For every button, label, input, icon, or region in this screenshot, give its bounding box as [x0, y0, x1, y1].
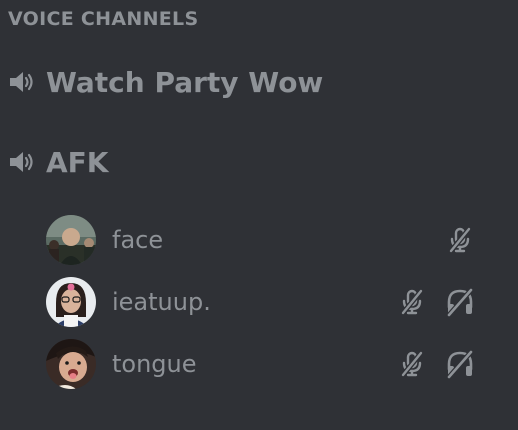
username: face [112, 226, 164, 254]
voice-channel-watch-party-wow[interactable]: Watch Party Wow [8, 62, 323, 102]
voice-user-face[interactable]: face [46, 214, 486, 266]
channel-name: Watch Party Wow [46, 65, 324, 99]
mic-muted-icon [444, 224, 476, 256]
mic-muted-icon [396, 348, 428, 380]
avatar [46, 277, 96, 327]
voice-channel-list: VOICE CHANNELS Watch Party Wow AFK face … [0, 0, 518, 430]
headphones-deafened-icon [444, 286, 476, 318]
avatar [46, 339, 96, 389]
avatar [46, 215, 96, 265]
channel-name: AFK [46, 145, 109, 179]
voice-user-tongue[interactable]: tongue [46, 338, 486, 390]
speaker-icon [8, 69, 38, 95]
voice-channels-header[interactable]: VOICE CHANNELS [8, 6, 198, 32]
username: ieatuup. [112, 288, 211, 316]
mic-muted-icon [396, 286, 428, 318]
voice-channel-afk[interactable]: AFK [8, 142, 109, 182]
voice-user-ieatuup[interactable]: ieatuup. [46, 276, 486, 328]
username: tongue [112, 350, 197, 378]
headphones-deafened-icon [444, 348, 476, 380]
speaker-icon [8, 149, 38, 175]
